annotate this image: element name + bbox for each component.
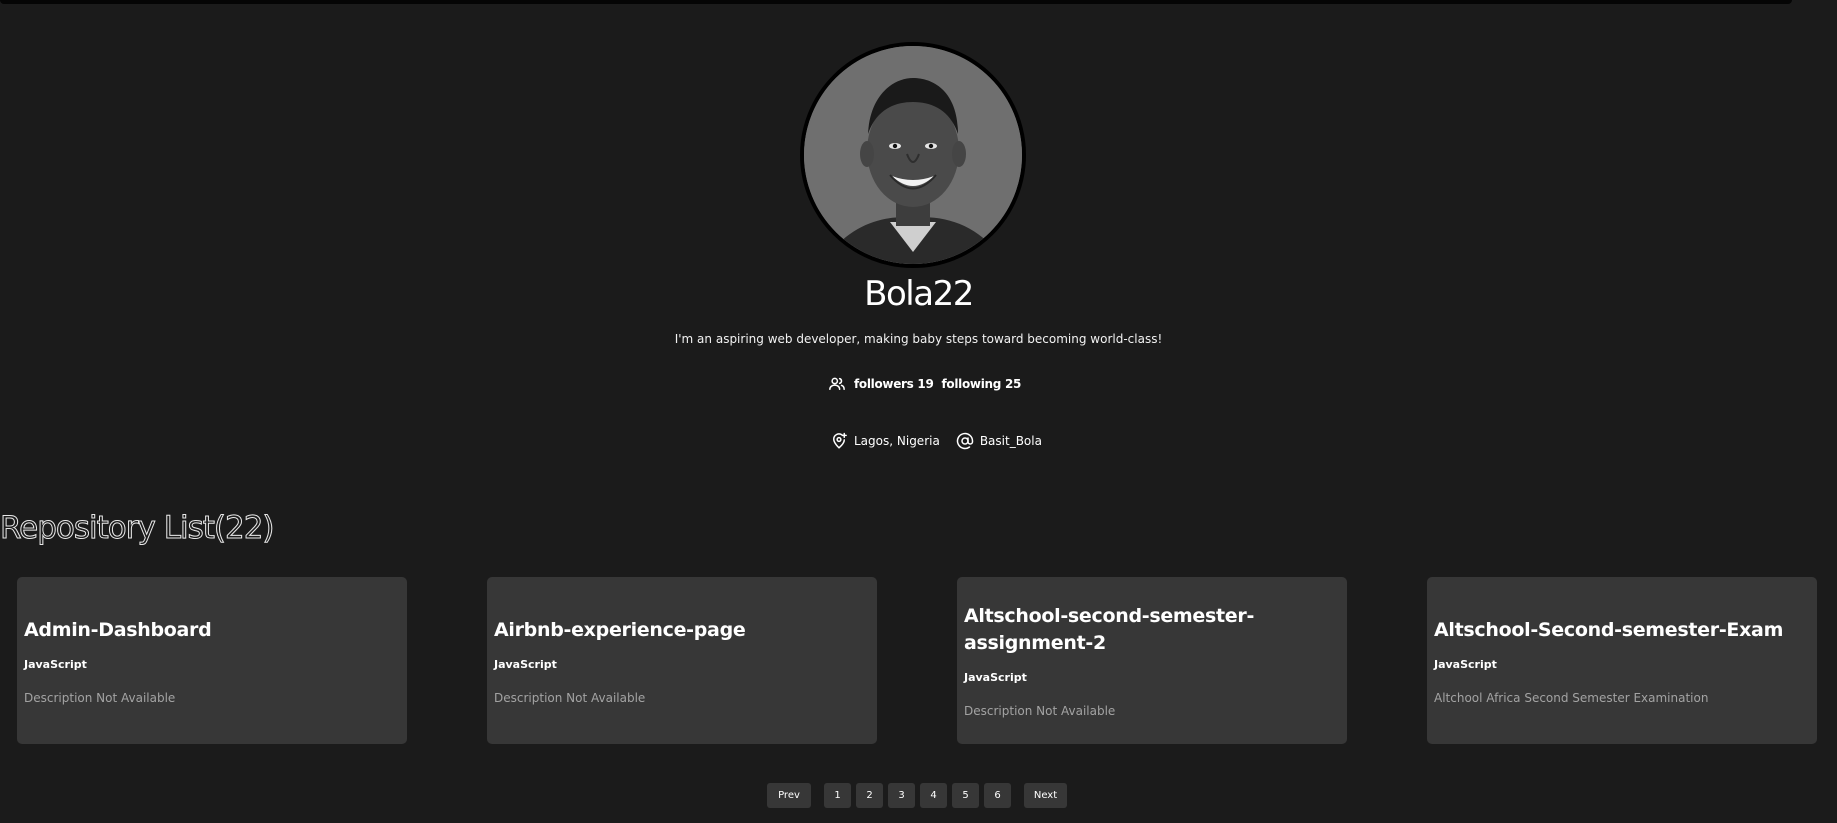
repo-title[interactable]: Altschool-Second-semester-Exam [1434, 617, 1810, 644]
repo-card[interactable]: Altschool-Second-semester-Exam JavaScrip… [1427, 577, 1817, 744]
repo-card[interactable]: Airbnb-experience-page JavaScript Descri… [487, 577, 877, 744]
repo-description: Altchool Africa Second Semester Examinat… [1434, 690, 1709, 705]
repo-language: JavaScript [964, 671, 1027, 684]
profile-info-row: Lagos, Nigeria Basit_Bola [830, 430, 1042, 452]
page-button-6[interactable]: 6 [984, 783, 1011, 808]
repo-description: Description Not Available [24, 690, 176, 705]
profile-avatar [800, 42, 1026, 268]
follow-stats: followers 19 following 25 [828, 374, 1021, 394]
at-sign-icon [956, 432, 974, 450]
prev-page-button[interactable]: Prev [767, 783, 811, 808]
profile-twitter-handle[interactable]: Basit_Bola [980, 434, 1042, 448]
people-icon [828, 375, 846, 393]
repo-title[interactable]: Altschool-second-semester-assignment-2 [964, 603, 1340, 657]
pagination: Prev 1 2 3 4 5 6 Next [767, 783, 1067, 808]
profile-location: Lagos, Nigeria [854, 434, 940, 448]
repo-card[interactable]: Altschool-second-semester-assignment-2 J… [957, 577, 1347, 744]
page-button-4[interactable]: 4 [920, 783, 947, 808]
location-pin-icon [830, 432, 848, 450]
repo-title[interactable]: Admin-Dashboard [24, 617, 400, 644]
repo-language: JavaScript [24, 657, 87, 671]
repo-card[interactable]: Admin-Dashboard JavaScript Description N… [17, 577, 407, 744]
repo-language: JavaScript [1434, 657, 1497, 671]
page-button-2[interactable]: 2 [856, 783, 883, 808]
page-button-1[interactable]: 1 [824, 783, 851, 808]
page-button-5[interactable]: 5 [952, 783, 979, 808]
page-button-3[interactable]: 3 [888, 783, 915, 808]
profile-username: Bola22 [864, 274, 974, 314]
repo-language: JavaScript [494, 657, 557, 671]
profile-bio: I'm an aspiring web developer, making ba… [674, 332, 1163, 346]
following-count[interactable]: following 25 [942, 377, 1022, 391]
repo-description: Description Not Available [494, 690, 646, 705]
top-bar [0, 0, 1792, 4]
repo-title[interactable]: Airbnb-experience-page [494, 617, 870, 644]
followers-count[interactable]: followers 19 [854, 377, 934, 391]
next-page-button[interactable]: Next [1024, 783, 1067, 808]
repo-description: Description Not Available [964, 704, 1116, 718]
repository-list-heading: Repository List(22) [0, 510, 275, 547]
